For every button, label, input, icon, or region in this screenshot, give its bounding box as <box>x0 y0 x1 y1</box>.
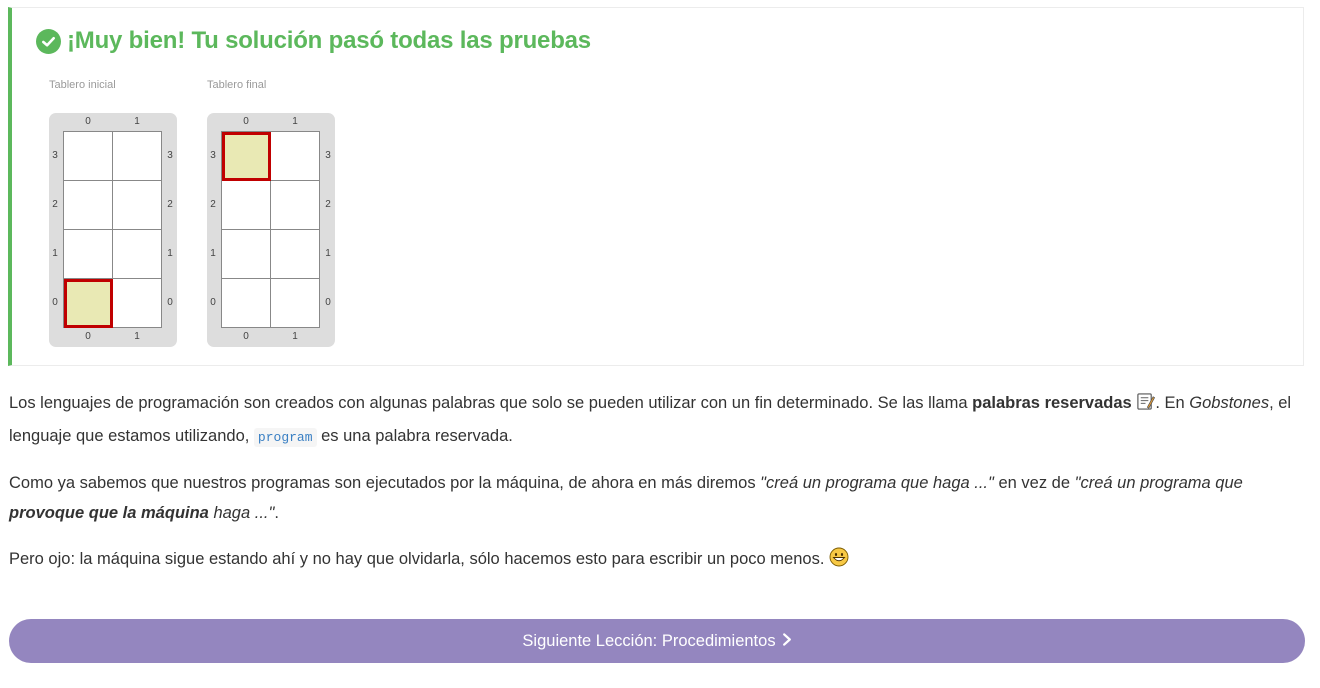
row-label: 2 <box>167 199 173 210</box>
row-label: 3 <box>210 150 216 161</box>
memo-icon <box>1136 391 1156 421</box>
row-label: 3 <box>52 150 58 161</box>
board-cell <box>222 181 271 230</box>
text: haga ..." <box>208 504 275 522</box>
board-final-label: Tablero final <box>207 79 267 91</box>
row-label: 0 <box>210 297 216 308</box>
board-cell <box>271 279 320 328</box>
board-cell <box>222 230 271 279</box>
text: Pero ojo: la máquina sigue estando ahí y… <box>9 550 829 568</box>
board-cell <box>113 230 162 279</box>
col-label: 1 <box>292 331 298 342</box>
row-label: 0 <box>52 297 58 308</box>
row-label: 3 <box>167 150 173 161</box>
board-cell <box>113 181 162 230</box>
head-cell <box>64 279 113 328</box>
row-label: 2 <box>210 199 216 210</box>
col-label: 0 <box>243 331 249 342</box>
board-cell <box>64 132 113 181</box>
result-panel: ¡Muy bien! Tu solución pasó todas las pr… <box>8 7 1304 366</box>
row-label: 1 <box>325 248 331 259</box>
next-lesson-button[interactable]: Siguiente Lección: Procedimientos <box>9 619 1305 663</box>
col-label: 0 <box>85 116 91 127</box>
text: Como ya sabemos que nuestros programas s… <box>9 474 761 492</box>
col-label: 0 <box>85 331 91 342</box>
row-label: 2 <box>325 199 331 210</box>
result-title: ¡Muy bien! Tu solución pasó todas las pr… <box>36 27 591 55</box>
board-cell <box>64 181 113 230</box>
board-final: 0 1 0 1 3 2 1 0 3 2 1 0 <box>207 113 335 347</box>
board-cell <box>271 230 320 279</box>
quote-short: "creá un programa que haga ..." <box>760 474 994 492</box>
row-label: 0 <box>325 297 331 308</box>
row-label: 1 <box>210 248 216 259</box>
text: . <box>274 504 279 522</box>
term-gobstones: Gobstones <box>1189 394 1270 412</box>
board-cell <box>222 279 271 328</box>
next-lesson-label: Siguiente Lección: Procedimientos <box>522 631 776 650</box>
paragraph-reserved-words: Los lenguajes de programación son creado… <box>9 388 1305 453</box>
text: en vez de <box>993 474 1075 492</box>
text: es una palabra reservada. <box>316 427 513 445</box>
code-program: program <box>253 428 317 447</box>
paragraph-note: Pero ojo: la máquina sigue estando ahí y… <box>9 544 1305 577</box>
board-cell <box>271 181 320 230</box>
paragraph-machine: Como ya sabemos que nuestros programas s… <box>9 468 1305 528</box>
row-label: 1 <box>167 248 173 259</box>
board-cell <box>64 230 113 279</box>
board-cell <box>113 279 162 328</box>
text: Los lenguajes de programación son creado… <box>9 394 973 412</box>
board-grid <box>63 131 162 328</box>
board-initial-label: Tablero inicial <box>49 79 116 91</box>
text: . En <box>1155 394 1190 412</box>
col-label: 0 <box>243 116 249 127</box>
emphasis: provoque que la máquina <box>9 504 209 522</box>
col-label: 1 <box>134 331 140 342</box>
lesson-content: Los lenguajes de programación son creado… <box>9 388 1305 593</box>
row-label: 1 <box>52 248 58 259</box>
check-circle-icon <box>36 28 61 54</box>
text: "creá un programa que <box>1074 474 1243 492</box>
col-label: 1 <box>292 116 298 127</box>
chevron-right-icon <box>782 632 792 651</box>
term-reserved-words: palabras reservadas <box>972 394 1132 412</box>
row-label: 2 <box>52 199 58 210</box>
col-label: 1 <box>134 116 140 127</box>
row-label: 3 <box>325 150 331 161</box>
grinning-face-icon <box>829 547 849 577</box>
result-title-text: ¡Muy bien! Tu solución pasó todas las pr… <box>67 27 591 54</box>
head-cell <box>222 132 271 181</box>
board-initial: 0 1 0 1 3 2 1 0 3 2 1 0 <box>49 113 177 347</box>
board-grid <box>221 131 320 328</box>
row-label: 0 <box>167 297 173 308</box>
board-cell <box>271 132 320 181</box>
board-cell <box>113 132 162 181</box>
